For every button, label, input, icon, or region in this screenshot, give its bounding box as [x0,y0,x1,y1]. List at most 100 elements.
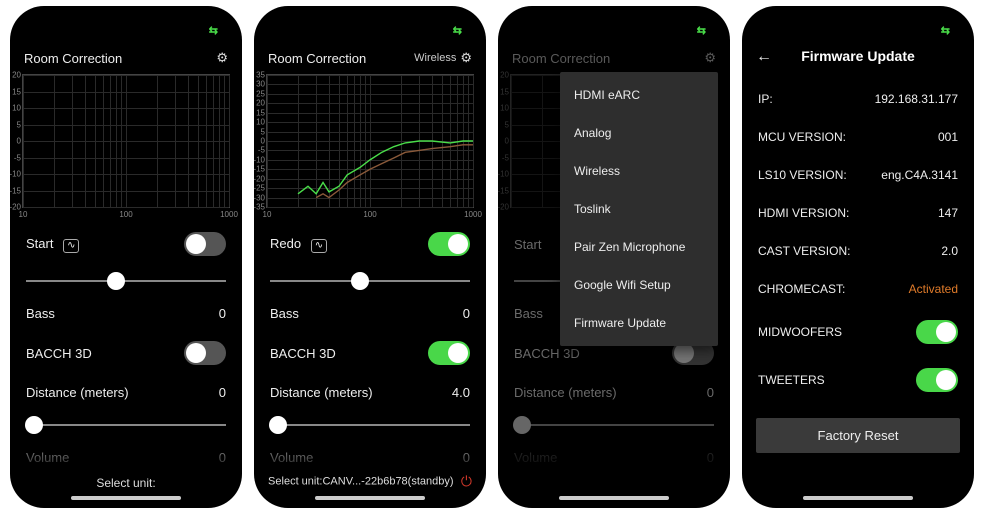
bacch-label: BACCH 3D [26,346,92,361]
pulse-icon: ∿ [63,239,79,253]
distance-value: 0 [219,385,226,400]
bass-label: Bass [514,306,543,321]
bacch-label: BACCH 3D [514,346,580,361]
distance-row: Distance (meters) 4.0 [264,375,476,410]
section-header: Room Correction ⚙ [508,38,720,74]
phone-3: ⇆ Room Correction ⚙ 20151050-5-10-15-20 … [498,6,730,508]
info-value: 147 [938,206,958,220]
gear-icon[interactable]: ⚙ [704,50,716,66]
action-toggle[interactable] [184,232,226,256]
action-label: Start [514,237,541,252]
distance-row: Distance (meters) 0 [20,375,232,410]
bass-value: 0 [219,306,226,321]
battery-icon: ⇆ [209,24,218,37]
battery-icon: ⇆ [453,24,462,37]
action-label: Redo [270,236,301,251]
menu-item[interactable]: Google Wifi Setup [560,266,718,304]
factory-reset-button[interactable]: Factory Reset [756,418,960,453]
home-indicator [559,496,669,500]
bacch-row: BACCH 3D [20,331,232,375]
midwoofers-row: MIDWOOFERS [752,308,964,356]
info-row: CAST VERSION: 2.0 [752,232,964,270]
battery-icon: ⇆ [941,24,950,37]
distance-label: Distance (meters) [270,385,373,400]
info-label: CHROMECAST: [758,282,845,296]
info-row: CHROMECAST:Activated [752,270,964,308]
phone-1: ⇆ Room Correction ⚙ 20151050-5-10-15-201… [10,6,242,508]
back-icon[interactable]: ← [756,48,772,66]
status-bar: ⇆ [264,22,476,38]
volume-row: Volume 0 [508,440,720,475]
home-indicator [71,496,181,500]
phone-2: ⇆ Room Correction Wireless ⚙ 35302520151… [254,6,486,508]
menu-item[interactable]: Pair Zen Microphone [560,228,718,266]
distance-value: 4.0 [452,385,470,400]
tweeters-toggle[interactable] [916,368,958,392]
midwoofers-toggle[interactable] [916,320,958,344]
firmware-header: ← Firmware Update [752,38,964,80]
bass-row: Bass 0 [20,296,232,331]
bottom-bar [742,482,974,508]
info-label: CAST VERSION: [758,244,850,258]
info-value: 001 [938,130,958,144]
tweeters-label: TWEETERS [758,373,825,387]
select-unit-button[interactable]: Select unit:CANV...-22b6b78(standby) [268,476,453,488]
volume-value: 0 [707,450,714,465]
source-label[interactable]: Wireless ⚙ [414,50,472,66]
bottom-bar [498,482,730,508]
status-bar: ⇆ [20,22,232,38]
volume-label: Volume [514,450,557,465]
bass-label: Bass [26,306,55,321]
distance-label: Distance (meters) [514,385,617,400]
bass-label: Bass [270,306,299,321]
menu-item[interactable]: HDMI eARC [560,76,718,114]
gear-icon: ⚙ [460,50,472,66]
distance-value: 0 [707,385,714,400]
action-row: Redo ∿ [264,222,476,266]
info-row: HDMI VERSION: 147 [752,194,964,232]
page-title: Room Correction [24,51,122,66]
volume-label: Volume [270,450,313,465]
distance-slider[interactable] [514,414,714,436]
bacch-toggle[interactable] [184,341,226,365]
info-label: LS10 VERSION: [758,168,847,182]
menu-item[interactable]: Analog [560,114,718,152]
distance-slider[interactable] [26,414,226,436]
bottom-bar: Select unit:CANV...-22b6b78(standby) ⏻ [254,465,486,508]
gear-icon[interactable]: ⚙ [216,50,228,66]
settings-menu: HDMI eARCAnalogWirelessToslinkPair Zen M… [560,72,718,346]
bass-value: 0 [463,306,470,321]
page-title: Room Correction [512,51,610,66]
menu-item[interactable]: Wireless [560,152,718,190]
info-label: HDMI VERSION: [758,206,849,220]
info-row: MCU VERSION: 001 [752,118,964,156]
action-label: Start [26,236,53,251]
status-bar: ⇆ [508,22,720,38]
power-icon[interactable]: ⏻ [461,473,472,489]
bacch-label: BACCH 3D [270,346,336,361]
distance-row: Distance (meters) 0 [508,375,720,410]
action-toggle[interactable] [428,232,470,256]
tweeters-row: TWEETERS [752,356,964,404]
home-indicator [803,496,913,500]
bottom-bar: Select unit: [10,468,242,508]
select-unit-button[interactable]: Select unit: [96,476,155,490]
section-header: Room Correction Wireless ⚙ [264,38,476,74]
info-label: IP: [758,92,773,106]
response-chart: 20151050-5-10-15-20101001000 [22,74,230,208]
menu-item[interactable]: Firmware Update [560,304,718,342]
battery-icon: ⇆ [697,24,706,37]
info-value: 2.0 [941,244,958,258]
main-slider[interactable] [270,270,470,292]
info-label: MCU VERSION: [758,130,846,144]
response-chart: 35302520151050-5-10-15-20-25-30-35101001… [266,74,474,208]
main-slider[interactable] [26,270,226,292]
pulse-icon: ∿ [311,239,327,253]
distance-label: Distance (meters) [26,385,129,400]
midwoofers-label: MIDWOOFERS [758,325,842,339]
bass-row: Bass 0 [264,296,476,331]
bacch-toggle[interactable] [428,341,470,365]
distance-slider[interactable] [270,414,470,436]
status-bar: ⇆ [752,22,964,38]
menu-item[interactable]: Toslink [560,190,718,228]
